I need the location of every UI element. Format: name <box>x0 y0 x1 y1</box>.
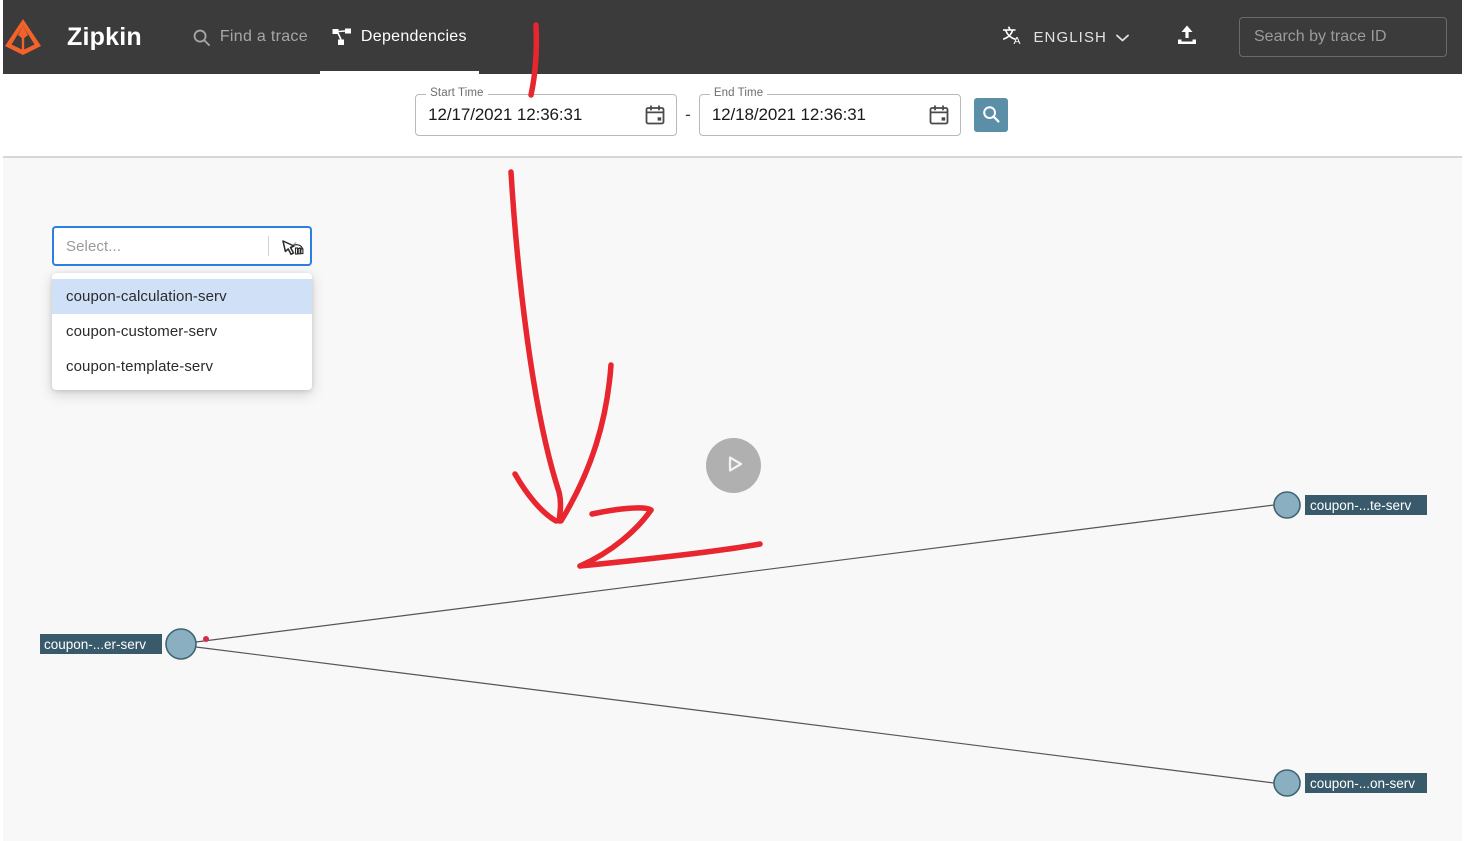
svg-text:A: A <box>1014 35 1022 46</box>
graph-node-label: coupon-...on-serv <box>1310 776 1415 791</box>
graph-edge[interactable] <box>195 646 1275 784</box>
header-right-controls: 文 A ENGLISH <box>993 17 1465 58</box>
calendar-icon[interactable] <box>644 104 666 126</box>
play-icon <box>720 450 748 481</box>
search-icon <box>981 104 1001 127</box>
language-selector-label: ENGLISH <box>1033 28 1107 46</box>
run-query-button[interactable] <box>973 98 1008 132</box>
pointer-hand-cursor-icon <box>280 232 310 269</box>
graph-node-label: coupon-...te-serv <box>1310 498 1412 513</box>
graph-node-customer[interactable]: coupon-...er-serv <box>40 628 197 660</box>
app-header: Zipkin Find a trace Dependencies 文 A ENG… <box>0 0 1465 74</box>
service-select-option[interactable]: coupon-customer-serv <box>52 314 312 349</box>
start-time-label: Start Time <box>426 87 488 99</box>
service-select-option[interactable]: coupon-calculation-serv <box>52 279 312 314</box>
upload-json-button[interactable] <box>1165 17 1209 58</box>
service-filter: Select... coupon-calculation-serv coupon… <box>52 226 312 390</box>
service-select-control[interactable]: Select... <box>52 226 312 266</box>
graph-node-calculation[interactable]: coupon-...on-serv <box>1273 769 1427 797</box>
search-icon <box>192 28 211 47</box>
calendar-icon[interactable] <box>928 104 950 126</box>
main-nav: Find a trace Dependencies <box>180 0 479 74</box>
nav-item-find-a-trace-label: Find a trace <box>219 28 308 45</box>
time-range-filter-bar: Start Time - End Time <box>0 74 1465 158</box>
play-animation-button[interactable] <box>706 438 761 493</box>
sitemap-icon <box>332 28 352 46</box>
nav-item-dependencies[interactable]: Dependencies <box>319 0 479 74</box>
zipkin-logo-icon[interactable] <box>0 0 48 74</box>
graph-node-template[interactable]: coupon-...te-serv <box>1273 491 1427 519</box>
nav-item-dependencies-label: Dependencies <box>360 28 467 45</box>
trace-id-search-input[interactable] <box>1239 17 1447 57</box>
service-select-placeholder: Select... <box>66 237 122 255</box>
end-time-label: End Time <box>709 87 768 99</box>
end-time-input[interactable] <box>699 104 914 126</box>
service-select-option[interactable]: coupon-template-serv <box>52 349 312 384</box>
dependency-graph-canvas[interactable]: coupon-...er-serv coupon-...te-serv coup… <box>0 160 1465 841</box>
graph-edge[interactable] <box>195 504 1275 643</box>
graph-node-label: coupon-...er-serv <box>44 637 146 652</box>
time-range-group: Start Time - End Time <box>415 87 1008 136</box>
zipkin-app: Zipkin Find a trace Dependencies 文 A ENG… <box>0 0 1465 841</box>
service-select-menu: coupon-calculation-serv coupon-customer-… <box>52 273 312 390</box>
end-time-field[interactable]: End Time <box>698 87 961 136</box>
chevron-down-icon <box>1116 29 1129 46</box>
language-selector[interactable]: 文 A ENGLISH <box>993 19 1139 56</box>
start-time-input[interactable] <box>416 104 631 126</box>
start-time-field[interactable]: Start Time <box>415 87 678 136</box>
nav-item-find-a-trace[interactable]: Find a trace <box>180 0 320 74</box>
translate-icon: 文 A <box>1003 25 1024 50</box>
upload-icon <box>1175 23 1199 52</box>
edge-particle <box>203 636 209 642</box>
app-brand[interactable]: Zipkin <box>67 23 142 52</box>
time-range-separator: - <box>685 105 691 124</box>
